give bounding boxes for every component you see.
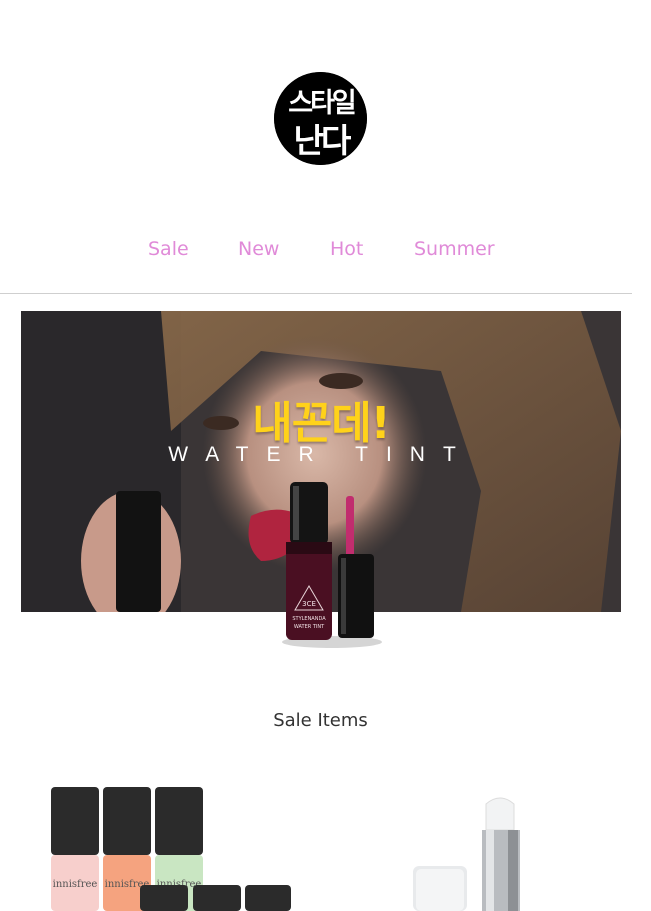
- nav-sale[interactable]: Sale: [148, 238, 189, 260]
- sale-items-title: Sale Items: [273, 710, 368, 731]
- nav-summer[interactable]: Summer: [414, 238, 495, 260]
- svg-text:WATER TINT: WATER TINT: [294, 624, 325, 630]
- lip-balm-image[interactable]: [408, 790, 538, 911]
- brand-logo[interactable]: 스타일 난다: [274, 72, 367, 165]
- logo-mark: 스타일 난다: [274, 72, 367, 165]
- svg-text:STYLENANDA: STYLENANDA: [292, 616, 326, 622]
- main-nav: Sale New Hot Summer: [0, 238, 651, 268]
- svg-text:난다: 난다: [294, 121, 352, 160]
- nav-divider: [0, 293, 632, 294]
- water-tint-product-image: 3CE STYLENANDA WATER TINT: [280, 482, 390, 652]
- banner-subtitle: WATER TINT: [168, 443, 474, 466]
- page: 스타일 난다 Sale New Hot Summer 내꼰데! WATER TI…: [0, 0, 651, 911]
- nail-polish-set-image[interactable]: innisfree innisfree innisfree: [48, 782, 298, 911]
- nav-hot[interactable]: Hot: [330, 238, 363, 260]
- svg-text:innisfree: innisfree: [53, 879, 98, 890]
- svg-text:3CE: 3CE: [302, 600, 316, 608]
- svg-text:스타일: 스타일: [288, 88, 355, 119]
- banner-headline: 내꼰데!: [252, 398, 391, 449]
- nav-new[interactable]: New: [238, 238, 279, 260]
